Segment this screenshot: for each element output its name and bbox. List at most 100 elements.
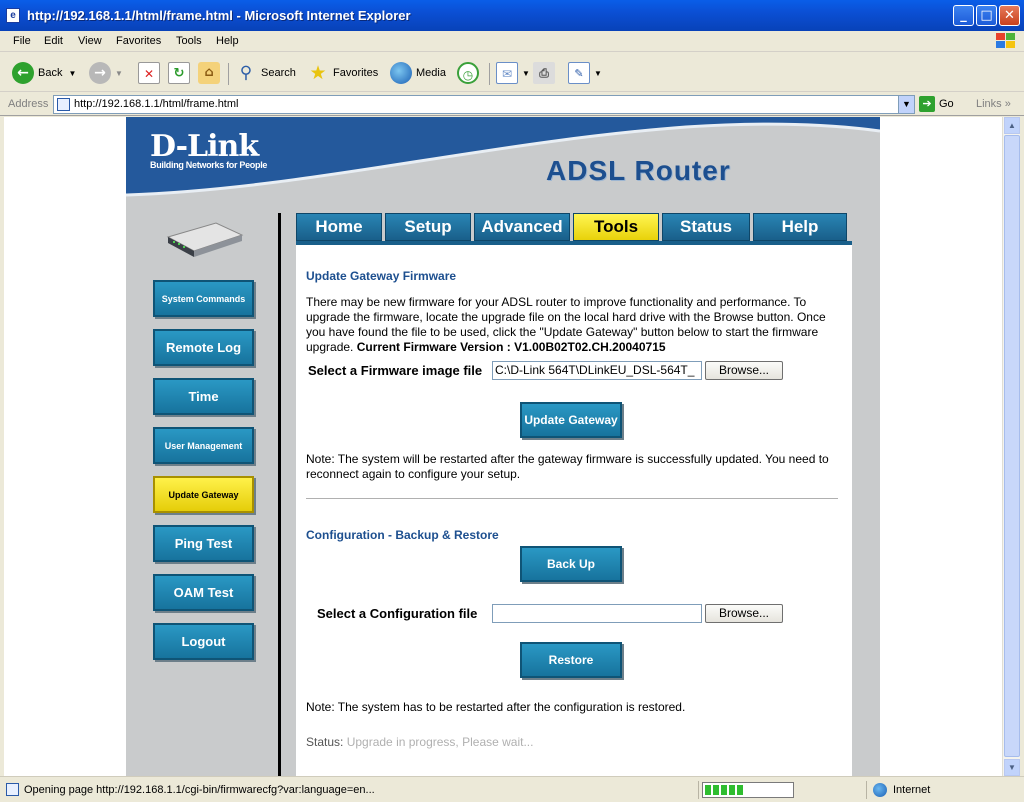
menu-tools[interactable]: Tools xyxy=(176,35,202,47)
home-icon: ⌂ xyxy=(198,62,220,84)
menu-bar: File Edit View Favorites Tools Help xyxy=(0,31,1024,52)
toolbar: ← Back ▼ → ▼ ✕ ↻ ⌂ ⚲ Search ★ Favorites … xyxy=(0,53,1024,92)
history-button[interactable]: ◷ xyxy=(457,61,483,85)
favorites-button[interactable]: ★ Favorites xyxy=(307,61,378,85)
section-divider xyxy=(306,498,838,499)
page-viewport: D-Link Building Networks for People ADSL… xyxy=(4,117,1002,776)
firmware-version-label: Current Firmware Version : xyxy=(356,340,511,354)
firmware-description: There may be new firmware for your ADSL … xyxy=(306,295,846,355)
upgrade-status: Status: Upgrade in progress, Please wait… xyxy=(306,735,533,749)
router-page: D-Link Building Networks for People ADSL… xyxy=(126,117,880,776)
nav-user-management[interactable]: User Management xyxy=(153,427,254,464)
restore-button[interactable]: Restore xyxy=(520,642,622,678)
config-browse-button[interactable]: Browse... xyxy=(705,604,783,623)
refresh-button[interactable]: ↻ xyxy=(168,61,194,85)
search-label: Search xyxy=(261,67,296,79)
window-title: http://192.168.1.1/html/frame.html - Mic… xyxy=(27,8,411,23)
tab-bar: Home Setup Advanced Tools Status Help xyxy=(296,213,852,245)
tab-home[interactable]: Home xyxy=(296,213,382,241)
address-url: http://192.168.1.1/html/frame.html xyxy=(74,98,239,110)
firmware-file-label: Select a Firmware image file xyxy=(308,363,483,378)
refresh-icon: ↻ xyxy=(168,62,190,84)
nav-time[interactable]: Time xyxy=(153,378,254,415)
address-input[interactable]: http://192.168.1.1/html/frame.html ▼ xyxy=(53,95,915,114)
go-arrow-icon: ➔ xyxy=(919,96,935,112)
tab-advanced[interactable]: Advanced xyxy=(474,213,570,241)
config-note: Note: The system has to be restarted aft… xyxy=(306,700,686,714)
nav-logout[interactable]: Logout xyxy=(153,623,254,660)
minimize-button[interactable]: _ xyxy=(953,5,974,26)
scroll-down-icon[interactable]: ▼ xyxy=(1004,759,1020,776)
main-panel: Home Setup Advanced Tools Status Help Up… xyxy=(296,213,852,776)
print-button[interactable]: ⎙ xyxy=(533,61,559,85)
firmware-version-value: V1.00B02T02.CH.20040715 xyxy=(514,340,666,354)
links-label: Links xyxy=(976,98,1002,110)
menu-file[interactable]: File xyxy=(13,35,31,47)
media-icon xyxy=(390,62,412,84)
scroll-up-icon[interactable]: ▲ xyxy=(1004,117,1020,134)
tab-tools[interactable]: Tools xyxy=(573,213,659,241)
forward-button[interactable]: → ▼ xyxy=(89,61,123,85)
nav-oam-test[interactable]: OAM Test xyxy=(153,574,254,611)
go-button[interactable]: ➔ Go xyxy=(919,96,954,112)
printer-icon: ⎙ xyxy=(533,62,555,84)
address-dropdown-icon[interactable]: ▼ xyxy=(898,96,914,113)
backup-button[interactable]: Back Up xyxy=(520,546,622,582)
menu-edit[interactable]: Edit xyxy=(44,35,63,47)
search-icon: ⚲ xyxy=(239,63,253,83)
globe-icon xyxy=(873,783,887,797)
close-button[interactable]: ✕ xyxy=(999,5,1020,26)
chevron-down-icon: ▼ xyxy=(115,68,123,78)
nav-update-gateway[interactable]: Update Gateway xyxy=(153,476,254,513)
tab-status[interactable]: Status xyxy=(662,213,750,241)
nav-ping-test[interactable]: Ping Test xyxy=(153,525,254,562)
sidebar: System Commands Remote Log Time User Man… xyxy=(126,205,276,776)
back-label: Back xyxy=(38,67,63,79)
progress-fill xyxy=(705,785,744,795)
home-button[interactable]: ⌂ xyxy=(198,61,224,85)
page-icon xyxy=(57,98,70,111)
firmware-file-input[interactable]: C:\D-Link 564T\DLinkEU_DSL-564T_ xyxy=(492,361,702,380)
router-device-image xyxy=(166,222,244,257)
mail-icon: ✉ xyxy=(496,62,518,84)
nav-remote-log[interactable]: Remote Log xyxy=(153,329,254,366)
config-section-title: Configuration - Backup & Restore xyxy=(306,528,499,542)
update-gateway-button[interactable]: Update Gateway xyxy=(520,402,622,438)
maximize-button[interactable]: □ xyxy=(976,5,997,26)
windows-logo-icon xyxy=(994,32,1016,50)
mail-button[interactable]: ✉ ▼ xyxy=(496,61,530,85)
media-button[interactable]: Media xyxy=(390,61,446,85)
scroll-thumb[interactable] xyxy=(1004,135,1020,757)
chevron-down-icon: ▼ xyxy=(68,68,77,78)
nav-system-commands[interactable]: System Commands xyxy=(153,280,254,317)
edit-button[interactable]: ✎ ▼ xyxy=(568,61,602,85)
product-title: ADSL Router xyxy=(546,155,731,186)
menu-favorites[interactable]: Favorites xyxy=(116,35,161,47)
go-label: Go xyxy=(939,98,954,110)
menu-view[interactable]: View xyxy=(78,35,102,47)
stop-button[interactable]: ✕ xyxy=(138,61,164,85)
config-file-input[interactable] xyxy=(492,604,702,623)
back-button[interactable]: ← Back ▼ xyxy=(12,61,76,85)
status-label: Status: xyxy=(306,735,344,749)
tab-setup[interactable]: Setup xyxy=(385,213,471,241)
dlink-tagline: Building Networks for People xyxy=(150,160,268,170)
stop-icon: ✕ xyxy=(138,62,160,84)
tools-content: Update Gateway Firmware There may be new… xyxy=(296,245,852,776)
firmware-note: Note: The system will be restarted after… xyxy=(306,452,829,481)
menu-help[interactable]: Help xyxy=(216,35,239,47)
zone-label: Internet xyxy=(893,784,931,796)
loading-progress xyxy=(702,782,794,798)
firmware-section-title: Update Gateway Firmware xyxy=(306,269,457,283)
firmware-browse-button[interactable]: Browse... xyxy=(705,361,783,380)
tab-help[interactable]: Help xyxy=(753,213,847,241)
edit-icon: ✎ xyxy=(568,62,590,84)
vertical-scrollbar[interactable]: ▲ ▼ xyxy=(1002,117,1020,776)
search-button[interactable]: ⚲ Search xyxy=(235,61,296,85)
chevron-down-icon: ▼ xyxy=(594,68,602,78)
loading-page-icon xyxy=(6,783,19,796)
forward-arrow-icon: → xyxy=(89,62,111,84)
ie-page-icon: e xyxy=(6,8,20,23)
links-button[interactable]: Links » xyxy=(976,98,1011,110)
status-bar: Opening page http://192.168.1.1/cgi-bin/… xyxy=(0,776,1024,802)
